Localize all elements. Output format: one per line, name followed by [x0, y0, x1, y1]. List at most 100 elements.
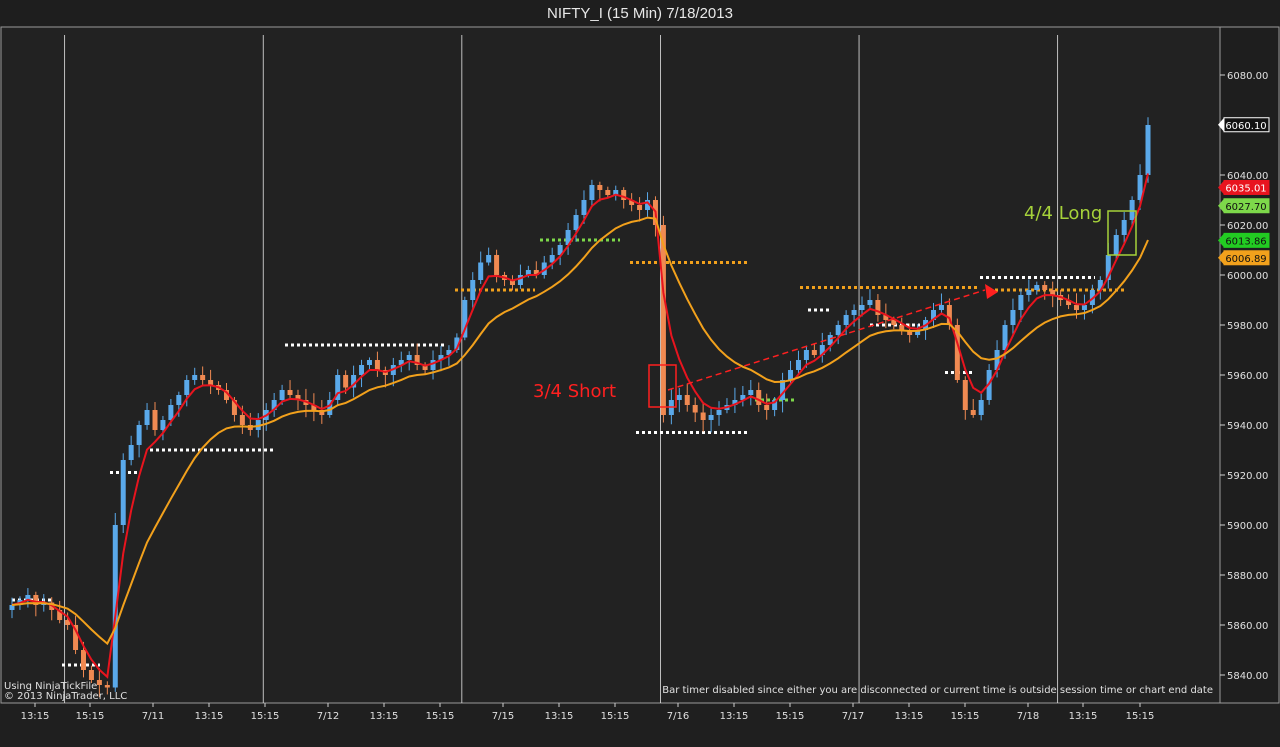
candle [279, 390, 285, 400]
candle [764, 405, 770, 410]
candle [692, 405, 698, 413]
time-tick-label: 13:15 [370, 711, 399, 722]
price-tick-label: 6020.00 [1227, 221, 1268, 232]
price-tick-label: 6080.00 [1227, 71, 1268, 82]
price-marker-label: 6027.70 [1225, 202, 1266, 213]
price-tick-label: 5900.00 [1227, 521, 1268, 532]
time-tick-label: 7/15 [492, 711, 514, 722]
candle [1034, 285, 1040, 290]
price-tick-label: 5980.00 [1227, 321, 1268, 332]
price-marker-label: 6060.10 [1225, 121, 1266, 132]
candle [1026, 290, 1032, 295]
candle [962, 380, 968, 410]
candle [168, 405, 174, 420]
candle [803, 350, 809, 360]
candle [581, 200, 587, 215]
price-tick-label: 5880.00 [1227, 571, 1268, 582]
candle [470, 280, 476, 300]
candle [716, 410, 722, 415]
candle [835, 325, 841, 335]
time-tick-label: 15:15 [251, 711, 280, 722]
candle [359, 365, 365, 375]
short-label: 3/4 Short [533, 381, 616, 402]
candle [605, 190, 611, 195]
candle [756, 390, 762, 405]
candle [104, 685, 110, 688]
candle [406, 355, 412, 360]
candle [708, 415, 714, 420]
candle [494, 255, 500, 275]
candle [160, 420, 166, 430]
time-tick-label: 15:15 [776, 711, 805, 722]
time-tick-label: 7/17 [842, 711, 864, 722]
candle [374, 360, 380, 370]
candle [676, 395, 682, 400]
candle [970, 410, 976, 415]
candle [811, 350, 817, 355]
candle [120, 460, 126, 525]
candle [978, 400, 984, 415]
candle [700, 412, 706, 420]
candle [366, 360, 372, 365]
candle [1010, 310, 1016, 325]
candle [287, 390, 293, 395]
long-label: 4/4 Long [1024, 203, 1102, 224]
candle [795, 360, 801, 370]
candle [192, 375, 198, 380]
bar-timer-message: Bar timer disabled since either you are … [662, 685, 1213, 696]
candle [684, 395, 690, 405]
price-tick-label: 5860.00 [1227, 621, 1268, 632]
price-chart[interactable]: 3/4 Short 4/4 Long 5840.00 5860.00 5880.00… [0, 0, 1280, 747]
price-tick-label: 6000.00 [1227, 271, 1268, 282]
candle [573, 215, 579, 230]
candle [144, 410, 150, 425]
candle [1042, 285, 1048, 290]
time-tick-label: 15:15 [951, 711, 980, 722]
candle [343, 375, 349, 388]
candle [851, 310, 857, 315]
candle [176, 395, 182, 405]
time-tick-label: 15:15 [76, 711, 105, 722]
candle [597, 185, 603, 190]
candle [184, 380, 190, 395]
time-tick-label: 13:15 [720, 711, 749, 722]
candle [200, 375, 206, 380]
candle [1113, 235, 1119, 255]
candle [136, 425, 142, 445]
price-marker-label: 6006.89 [1225, 254, 1266, 265]
candle [478, 262, 484, 280]
candle [80, 650, 86, 670]
copyright-note: © 2013 NinjaTrader, LLC [4, 691, 127, 702]
time-tick-label: 13:15 [1069, 711, 1098, 722]
candle [1129, 200, 1135, 220]
candle [843, 315, 849, 325]
chart-window: NIFTY_I (15 Min) 7/18/2013 F 3/4 Short 4… [0, 0, 1280, 747]
candle [239, 415, 245, 425]
price-tick-label: 5940.00 [1227, 421, 1268, 432]
time-axis-labels: 13:15 15:15 7/11 13:15 15:15 7/12 13:15 15:15 7/… [21, 703, 1154, 722]
candle [1081, 305, 1087, 310]
candle [788, 370, 794, 380]
time-tick-label: 7/11 [142, 711, 164, 722]
candle [899, 325, 905, 330]
candle [128, 445, 134, 460]
candle [1121, 220, 1127, 235]
candle [748, 390, 754, 395]
candle [208, 380, 214, 385]
time-tick-label: 13:15 [545, 711, 574, 722]
time-tick-label: 7/16 [667, 711, 689, 722]
time-tick-label: 7/12 [317, 711, 339, 722]
candle [1074, 305, 1080, 310]
price-marker-label: 6013.86 [1225, 236, 1266, 247]
price-tick-label: 5920.00 [1227, 471, 1268, 482]
candle [1145, 125, 1151, 175]
time-tick-label: 13:15 [21, 711, 50, 722]
candle [430, 360, 436, 370]
price-tick-label: 5840.00 [1227, 671, 1268, 682]
candle [589, 185, 595, 200]
time-tick-label: 13:15 [895, 711, 924, 722]
candle [637, 205, 643, 210]
candle [938, 305, 944, 310]
time-tick-label: 13:15 [195, 711, 224, 722]
candle [867, 300, 873, 305]
